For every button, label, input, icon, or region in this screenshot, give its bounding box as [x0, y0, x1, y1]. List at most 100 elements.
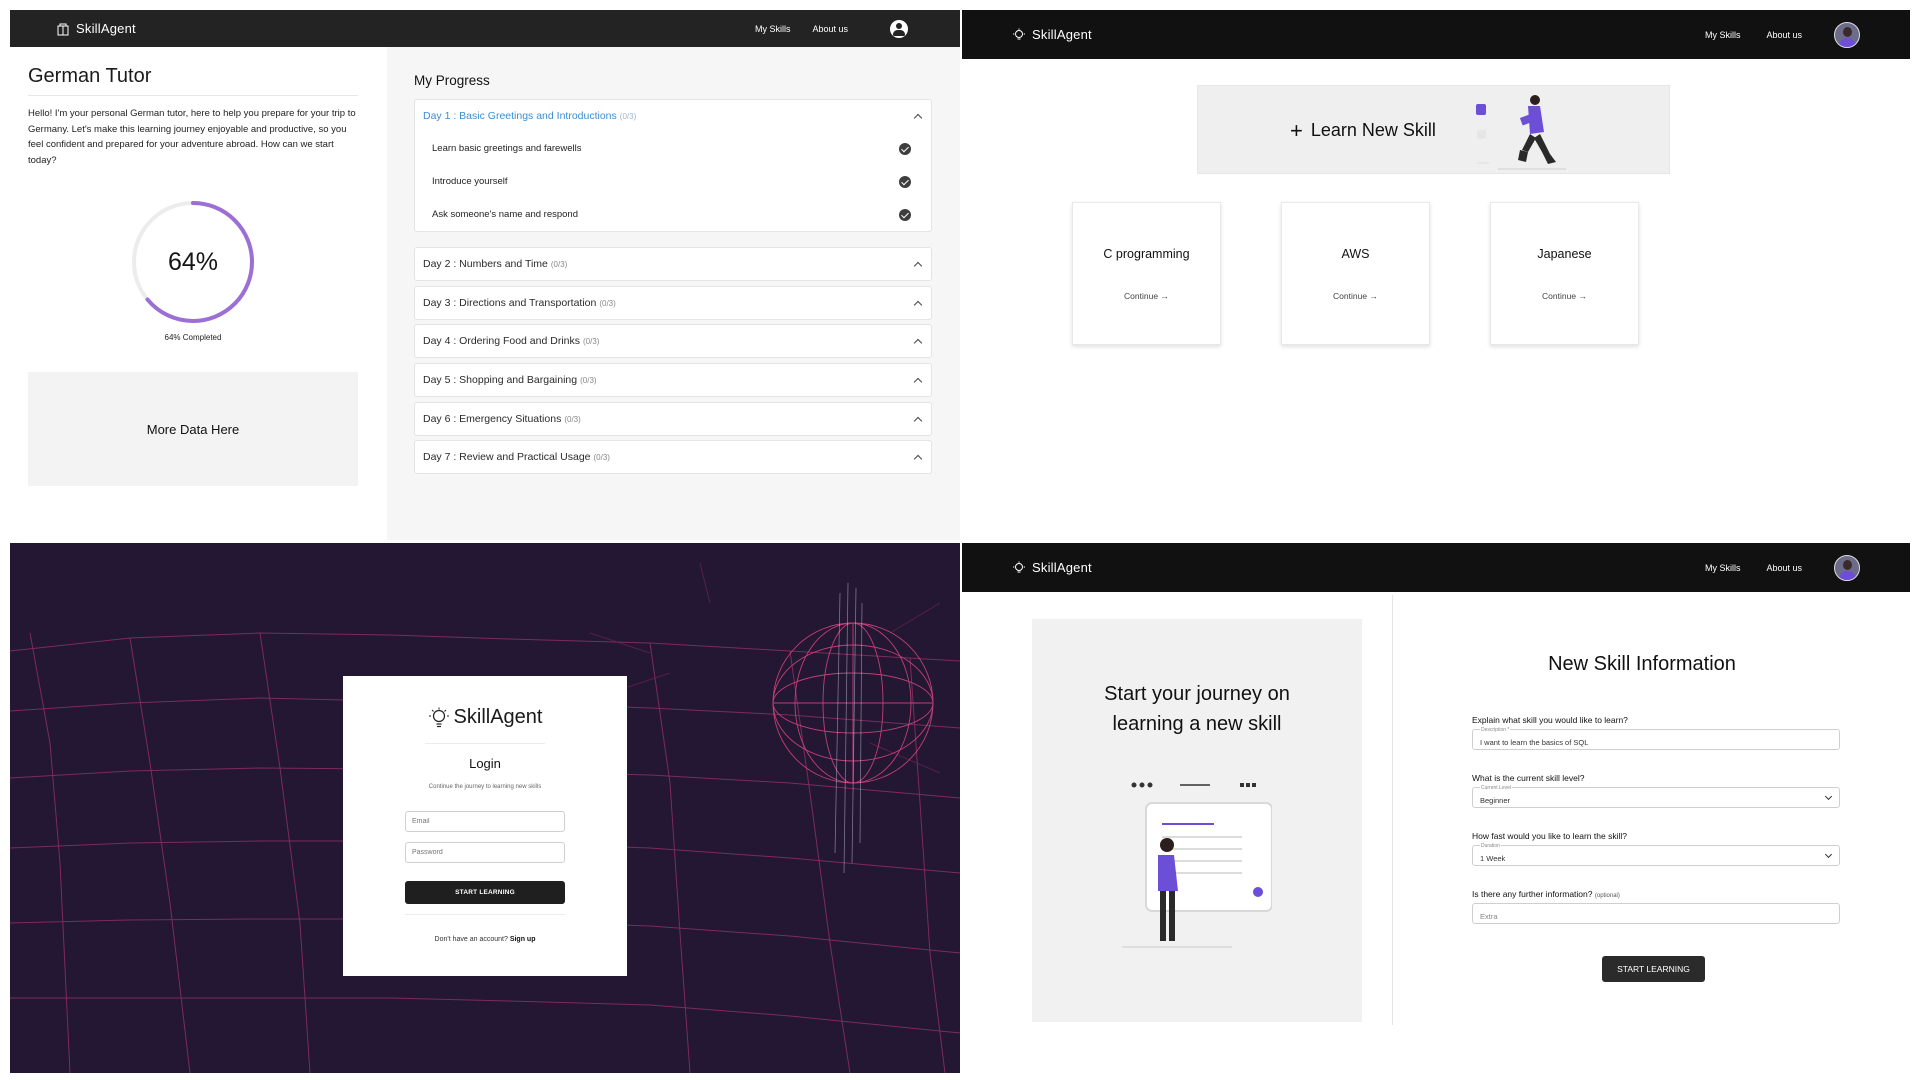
- duration-select[interactable]: Duration 1 Week: [1472, 843, 1840, 866]
- description-field[interactable]: Description * I want to learn the basics…: [1472, 727, 1840, 750]
- question-duration: How fast would you like to learn the ski…: [1472, 831, 1627, 841]
- nav-my-skills[interactable]: My Skills: [1705, 30, 1741, 40]
- learn-new-skill-button[interactable]: + Learn New Skill: [1197, 85, 1670, 174]
- skill-name: C programming: [1103, 247, 1190, 261]
- nav-about-us[interactable]: About us: [1766, 563, 1802, 573]
- chevron-up-icon[interactable]: [913, 377, 923, 387]
- chevron-up-icon[interactable]: [913, 113, 923, 123]
- day-accordion-1[interactable]: Day 1 : Basic Greetings and Introduction…: [414, 99, 932, 232]
- day-count: (0/3): [580, 375, 597, 385]
- duration-label: Duration: [1480, 843, 1501, 849]
- day-label: Day 6 : Emergency Situations: [423, 413, 562, 425]
- day-label: Day 7 : Review and Practical Usage: [423, 451, 591, 463]
- chevron-down-icon[interactable]: [1824, 850, 1833, 859]
- day-accordion-header[interactable]: Day 4 : Ordering Food and Drinks (0/3): [415, 325, 931, 357]
- continue-link[interactable]: Continue →: [1073, 291, 1220, 301]
- brand-logo[interactable]: SkillAgent: [1012, 27, 1092, 42]
- tutor-intro-text: Hello! I'm your personal German tutor, h…: [28, 108, 356, 166]
- continue-link[interactable]: Continue →: [1282, 291, 1429, 301]
- nav-about-us[interactable]: About us: [1766, 30, 1802, 40]
- top-navbar: SkillAgent My Skills About us: [10, 10, 960, 47]
- day-label: Day 2 : Numbers and Time: [423, 258, 548, 270]
- day-accordion-header[interactable]: Day 2 : Numbers and Time (0/3): [415, 248, 931, 280]
- login-card: SkillAgent Login Continue the journey to…: [343, 676, 627, 976]
- chevron-up-icon[interactable]: [913, 300, 923, 310]
- day-accordion-header[interactable]: Day 7 : Review and Practical Usage (0/3): [415, 441, 931, 473]
- arrow-right-icon: →: [1578, 291, 1587, 301]
- more-data-box: More Data Here: [28, 372, 358, 486]
- extra-info-field[interactable]: Extra: [1472, 903, 1840, 924]
- task-label: Ask someone's name and respond: [432, 209, 578, 220]
- day-accordion-header[interactable]: Day 6 : Emergency Situations (0/3): [415, 403, 931, 435]
- day-accordion-3[interactable]: Day 3 : Directions and Transportation (0…: [414, 286, 932, 320]
- top-navbar: SkillAgent My Skills About us: [962, 543, 1910, 592]
- skill-card-aws[interactable]: AWS Continue →: [1281, 202, 1430, 345]
- email-input[interactable]: [405, 811, 565, 832]
- day-accordion-4[interactable]: Day 4 : Ordering Food and Drinks (0/3): [414, 324, 932, 358]
- day-count: (0/3): [583, 336, 600, 346]
- chevron-down-icon[interactable]: [1824, 792, 1833, 801]
- more-data-label: More Data Here: [146, 421, 240, 437]
- task-item[interactable]: Learn basic greetings and farewells: [415, 132, 931, 165]
- lightbulb-logo-icon: [57, 23, 69, 35]
- wireframe-globe-graphic: [772, 622, 934, 784]
- nav-my-skills[interactable]: My Skills: [1705, 563, 1741, 573]
- user-account-icon[interactable]: [890, 19, 908, 38]
- chevron-up-icon[interactable]: [913, 416, 923, 426]
- login-subtitle: Continue the journey to learning new ski…: [428, 784, 542, 790]
- day-accordion-6[interactable]: Day 6 : Emergency Situations (0/3): [414, 402, 932, 436]
- current-level-select[interactable]: Current Level Beginner: [1472, 785, 1840, 808]
- chevron-up-icon[interactable]: [913, 261, 923, 271]
- chevron-up-icon[interactable]: [913, 454, 923, 464]
- check-circle-icon[interactable]: [899, 175, 911, 188]
- day-count: (0/3): [550, 259, 568, 269]
- password-input[interactable]: [405, 842, 565, 863]
- new-skill-title: New Skill Information: [1548, 653, 1736, 675]
- day-count: (0/3): [619, 111, 637, 121]
- day-count: (0/3): [564, 414, 581, 424]
- task-item[interactable]: Ask someone's name and respond: [415, 198, 931, 231]
- day-label: Day 1 : Basic Greetings and Introduction…: [423, 110, 617, 122]
- day-accordion-header[interactable]: Day 5 : Shopping and Bargaining (0/3): [415, 364, 931, 396]
- arrow-right-icon: →: [1369, 291, 1378, 301]
- day-accordion-2[interactable]: Day 2 : Numbers and Time (0/3): [414, 247, 932, 281]
- skill-name: AWS: [1341, 247, 1370, 261]
- chevron-up-icon[interactable]: [913, 338, 923, 348]
- plus-icon: +: [1290, 117, 1303, 143]
- journey-heading-line-1: Start your journey on: [1104, 683, 1290, 705]
- tutor-title: German Tutor: [28, 65, 358, 96]
- task-item[interactable]: Introduce yourself: [415, 165, 931, 198]
- progress-ring: 64%: [128, 197, 258, 327]
- start-learning-button[interactable]: START LEARNING: [405, 881, 565, 904]
- check-circle-icon[interactable]: [899, 208, 911, 221]
- day-accordion-7[interactable]: Day 7 : Review and Practical Usage (0/3): [414, 440, 932, 474]
- start-learning-button[interactable]: START LEARNING: [1602, 956, 1705, 982]
- question-further-info: Is there any further information? (optio…: [1472, 889, 1620, 899]
- day-count: (0/3): [599, 298, 616, 308]
- user-avatar[interactable]: [1834, 554, 1860, 581]
- question-level: What is the current skill level?: [1472, 773, 1585, 783]
- login-title: Login: [469, 756, 501, 771]
- nav-about-us[interactable]: About us: [812, 24, 848, 34]
- skill-card-c-programming[interactable]: C programming Continue →: [1072, 202, 1221, 345]
- nav-my-skills[interactable]: My Skills: [755, 24, 791, 34]
- user-avatar[interactable]: [1834, 21, 1860, 48]
- divider: [425, 743, 545, 744]
- brand-logo[interactable]: SkillAgent: [56, 21, 136, 36]
- person-kneeling-illustration: [1476, 95, 1566, 170]
- skill-card-japanese[interactable]: Japanese Continue →: [1490, 202, 1639, 345]
- current-level-value: Beginner: [1480, 796, 1511, 805]
- day-label: Day 4 : Ordering Food and Drinks: [423, 335, 580, 347]
- brand-logo[interactable]: SkillAgent: [1012, 560, 1092, 575]
- check-circle-icon[interactable]: [899, 142, 911, 155]
- continue-link[interactable]: Continue →: [1491, 291, 1638, 301]
- journey-heading: Start your journey on learning a new ski…: [1032, 679, 1362, 739]
- question-skill: Explain what skill you would like to lea…: [1472, 715, 1628, 725]
- signup-link[interactable]: Sign up: [510, 936, 536, 943]
- day-accordion-header[interactable]: Day 1 : Basic Greetings and Introduction…: [415, 100, 931, 132]
- progress-title: My Progress: [414, 73, 490, 88]
- day-accordion-5[interactable]: Day 5 : Shopping and Bargaining (0/3): [414, 363, 932, 397]
- tutor-intro-section: German Tutor Hello! I'm your personal Ge…: [28, 65, 358, 168]
- lightbulb-logo-icon: [1013, 28, 1025, 39]
- day-accordion-header[interactable]: Day 3 : Directions and Transportation (0…: [415, 287, 931, 319]
